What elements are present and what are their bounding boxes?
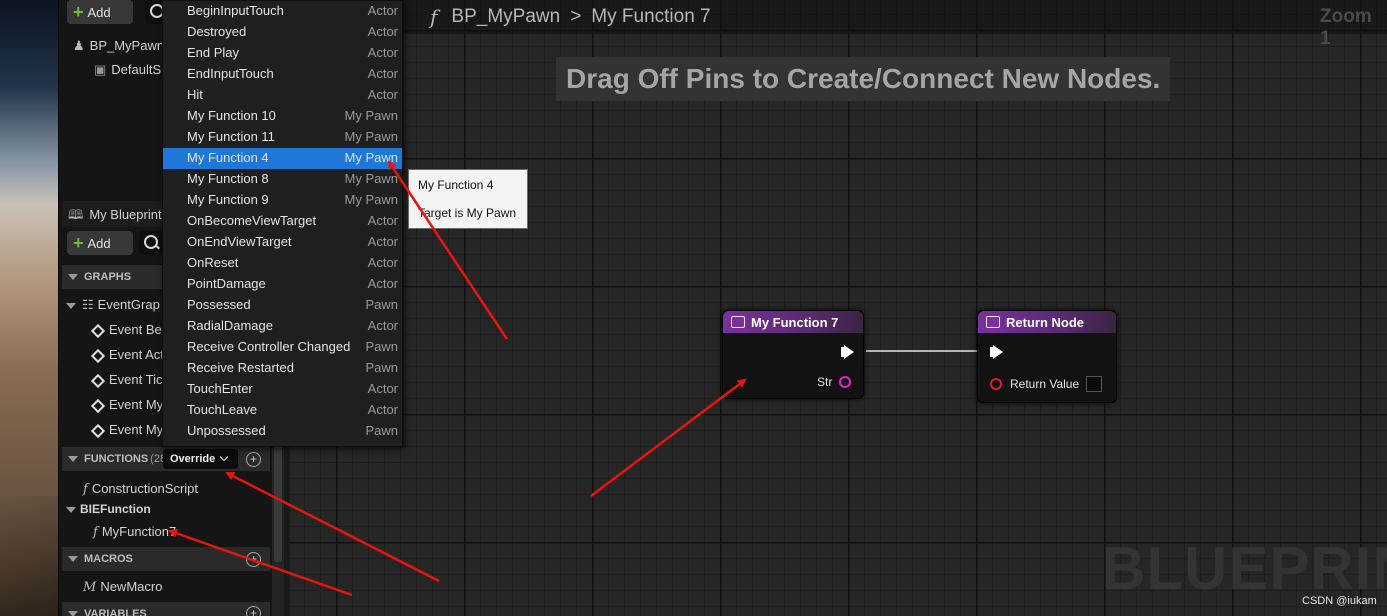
- annotation-arrow: [225, 471, 440, 583]
- annotation-layer: [168, 160, 747, 597]
- annotation-arrow: [168, 529, 353, 597]
- annotation-arrow: [387, 160, 509, 340]
- annotation-arrow: [590, 378, 747, 497]
- csdn-credit: CSDN @iukam: [1302, 595, 1377, 607]
